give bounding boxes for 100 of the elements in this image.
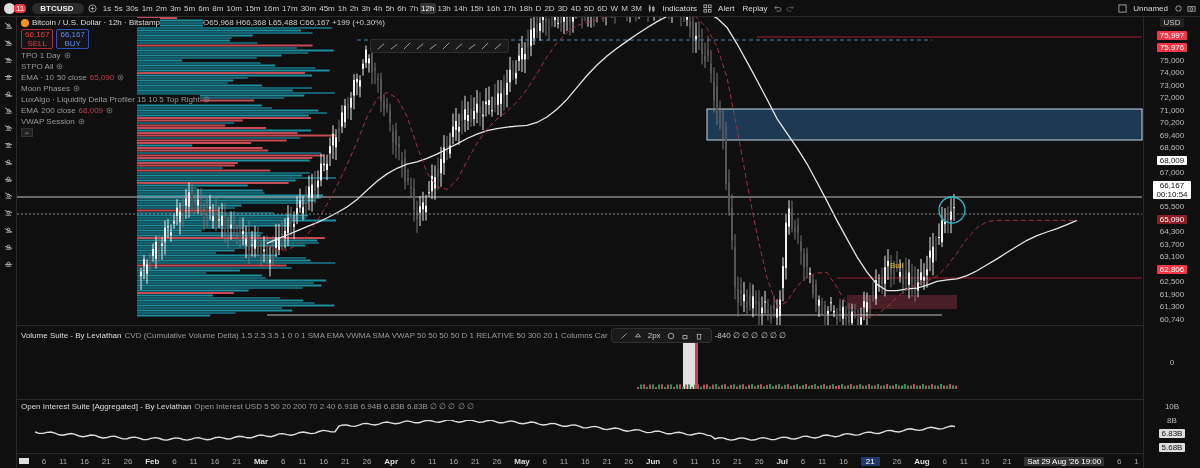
timeframe-button[interactable]: 18h <box>517 2 535 14</box>
time-label: 16 <box>319 456 329 466</box>
timeframe-button[interactable]: 2D <box>542 2 557 14</box>
time-label: 6 <box>800 456 806 466</box>
timeframe-button[interactable]: 30s <box>124 2 141 14</box>
indicator-name[interactable]: EMA <box>21 106 39 115</box>
timeframe-button[interactable]: 5h <box>383 2 396 14</box>
undo-icon[interactable] <box>773 3 783 13</box>
timeframe-button[interactable]: W <box>609 2 620 14</box>
time-label: Apr <box>384 456 399 466</box>
fill-icon[interactable] <box>633 331 642 340</box>
timeframe-button[interactable]: 45m <box>317 2 337 14</box>
timeframe-button[interactable]: 15h <box>468 2 486 14</box>
price-tag: 75,976 <box>1156 43 1188 53</box>
caret-icon <box>24 129 30 136</box>
time-label: 26 <box>892 456 902 466</box>
sell-button[interactable]: 66,167 SELL <box>21 29 54 49</box>
timeframe-button[interactable]: 6m <box>196 2 211 14</box>
indicators-button[interactable]: Indicators <box>660 3 700 13</box>
target-icon[interactable] <box>666 331 675 340</box>
symbol-title[interactable]: Bitcoin / U.S. Dollar · 12h · Bitstamp <box>32 18 161 27</box>
time-label: 21 <box>1002 456 1012 466</box>
indicator-name[interactable]: STPO All <box>21 62 54 71</box>
timeframe-button[interactable]: 5m <box>182 2 197 14</box>
indicator-name[interactable]: Volume Suite - By Leviathan <box>21 331 122 340</box>
timeframe-button[interactable]: 12h <box>419 2 436 14</box>
timeframe-button[interactable]: 8m <box>210 2 225 14</box>
time-label: 16 <box>580 456 590 466</box>
axis-label: 8B <box>1167 415 1177 425</box>
layout-name-button[interactable]: Unnamed <box>1131 3 1170 13</box>
circle-annotation <box>938 196 966 224</box>
timeframe-button[interactable]: 17h <box>501 2 518 14</box>
timeframe-button[interactable]: 1h <box>336 2 349 14</box>
timeframe-button[interactable]: 1m <box>140 2 155 14</box>
time-label: 26 <box>492 456 502 466</box>
buy-button[interactable]: 66,167 BUY <box>56 29 89 49</box>
timeframe-button[interactable]: M <box>619 2 630 14</box>
timeframe-button[interactable]: 13h <box>435 2 453 14</box>
timeframe-button[interactable]: 4D <box>569 2 583 14</box>
timeframe-button[interactable]: 3M <box>629 2 644 14</box>
time-label: 11 <box>559 456 569 466</box>
timeframe-button[interactable]: 6h <box>395 2 408 14</box>
timeframe-button[interactable]: 16h <box>485 2 502 14</box>
indicator-name[interactable]: EMA · 10 <box>21 73 54 82</box>
visibility-icon[interactable] <box>106 107 114 114</box>
symbol-search[interactable]: BTCUSD <box>32 2 85 14</box>
alert-button[interactable]: Alert <box>716 3 737 13</box>
add-icon[interactable] <box>88 3 98 13</box>
timeframe-button[interactable]: 5s <box>112 2 125 14</box>
price-label: 61,900 <box>1159 289 1185 299</box>
timeframe-button[interactable]: 14h <box>452 2 469 14</box>
indicator-name[interactable]: Open Interest Suite [Aggregated] - By Leviathan <box>21 401 192 411</box>
timeframe-button[interactable]: 3h <box>360 2 372 14</box>
timeframe-button[interactable]: 10m <box>224 2 244 14</box>
time-label: Mar <box>253 456 269 466</box>
timeframe-button[interactable]: 6D <box>595 2 610 14</box>
replay-button[interactable]: Replay <box>740 3 770 13</box>
timeframe-button[interactable]: 7h <box>407 2 420 14</box>
time-label: 21 <box>602 456 612 466</box>
visibility-icon[interactable] <box>72 85 80 92</box>
timeframe-button[interactable]: 1s <box>101 2 113 14</box>
visibility-icon[interactable] <box>77 118 85 125</box>
avatar-icon[interactable] <box>4 2 15 14</box>
timeframe-button[interactable]: 3m <box>168 2 183 14</box>
time-label: 21 <box>101 456 111 466</box>
timeframe-button[interactable]: 5D <box>582 2 596 14</box>
indicator-name[interactable]: Moon Phases <box>21 84 70 93</box>
line-width-button[interactable]: 2px <box>647 331 661 340</box>
grid-icon[interactable] <box>703 3 713 13</box>
indicator-value: -840 ∅ ∅ ∅ ∅ ∅ ∅ <box>714 331 786 340</box>
time-label: 16 <box>711 456 721 466</box>
price-tag: 66,167 00:10:54 <box>1153 180 1191 199</box>
camera-icon[interactable] <box>1187 3 1196 13</box>
currency-selector[interactable]: USD <box>1159 18 1185 27</box>
time-label: 11 <box>59 456 68 466</box>
timeframe-button[interactable]: 17m <box>280 2 300 14</box>
timeframe-button[interactable]: D <box>534 2 543 14</box>
indicator-params: Open Interest USD 5 50 20 200 70 2 40 6.91B 6.94B 6.83B 6.83B ∅ ∅ ∅ ∅ ∅ <box>194 401 474 411</box>
pencil-icon[interactable] <box>619 331 628 340</box>
indicator-name[interactable]: LuxAlgo · Liquidity Delta Profiler 15 10 5 Top Right <box>21 95 200 104</box>
visibility-icon[interactable] <box>202 96 210 103</box>
time-label: 26 <box>123 456 133 466</box>
indicator-name[interactable]: TPO 1 Day <box>21 51 61 60</box>
time-label: 16 <box>210 456 220 466</box>
timeframe-button[interactable]: 16m <box>262 2 281 14</box>
timeframe-button[interactable]: 15m <box>243 2 262 14</box>
indicator-value: 68,009 <box>78 106 104 115</box>
time-label: 26 <box>754 456 764 466</box>
timeframe-button[interactable]: 2h <box>348 2 361 14</box>
timeframe-button[interactable]: 4h <box>371 2 384 14</box>
time-label: Jul <box>776 456 788 466</box>
indicator-name[interactable]: VWAP Session <box>21 117 75 126</box>
candles-icon[interactable] <box>647 3 657 13</box>
timeframe-button[interactable]: 2m <box>154 2 169 14</box>
bitcoin-icon <box>21 18 29 27</box>
timeframe-button[interactable]: 3D <box>556 2 570 14</box>
price-label: 63,700 <box>1159 239 1185 249</box>
timeframe-button[interactable]: 30m <box>299 2 318 14</box>
visibility-icon[interactable] <box>117 74 125 81</box>
time-label: 6 <box>542 456 548 466</box>
